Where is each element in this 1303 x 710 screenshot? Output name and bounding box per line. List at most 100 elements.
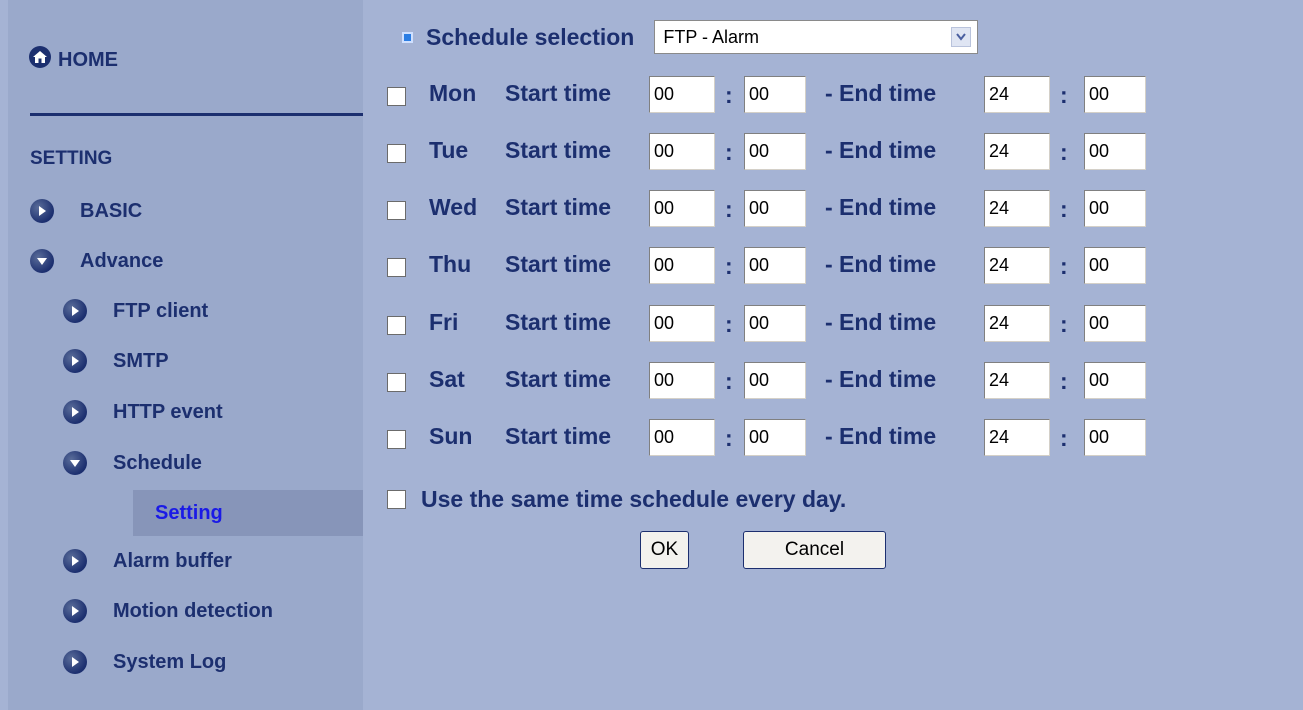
sidebar: HOME SETTING BASIC Advance FTP client SM… — [8, 0, 363, 710]
cancel-button[interactable]: Cancel — [743, 531, 886, 569]
same-schedule-option: Use the same time schedule every day. — [387, 482, 846, 516]
schedule-select-value: FTP - Alarm — [663, 26, 760, 47]
day-checkbox[interactable] — [387, 373, 406, 392]
sidebar-item-label: Advance — [80, 249, 164, 272]
end-hour-input[interactable] — [984, 190, 1050, 227]
same-schedule-checkbox[interactable] — [387, 489, 406, 509]
day-label: Fri — [429, 309, 459, 335]
schedule-row-fri: Fri Start time: - End time: — [387, 305, 1167, 343]
end-time-label: - End time — [825, 251, 937, 277]
start-minute-input[interactable] — [744, 305, 806, 342]
schedule-row-tue: Tue Start time: - End time: — [387, 133, 1167, 171]
end-time-label: - End time — [825, 366, 937, 392]
start-minute-input[interactable] — [744, 247, 806, 284]
start-minute-input[interactable] — [744, 419, 806, 456]
sidebar-item-schedule[interactable]: Schedule — [63, 446, 202, 480]
day-checkbox[interactable] — [387, 201, 406, 220]
colon-label: : — [1060, 196, 1068, 222]
end-hour-input[interactable] — [984, 133, 1050, 170]
start-minute-input[interactable] — [744, 190, 806, 227]
sidebar-item-motion-detection[interactable]: Motion detection — [63, 594, 273, 628]
same-schedule-label: Use the same time schedule every day. — [421, 485, 847, 512]
arrow-right-icon — [63, 549, 87, 573]
colon-label: : — [725, 196, 733, 222]
end-hour-input[interactable] — [984, 305, 1050, 342]
start-time-label: Start time — [505, 366, 612, 392]
arrow-right-icon — [63, 650, 87, 674]
schedule-row-sat: Sat Start time: - End time: — [387, 362, 1167, 400]
end-minute-input[interactable] — [1084, 305, 1146, 342]
start-time-label: Start time — [505, 309, 612, 335]
sidebar-item-label: FTP client — [113, 299, 209, 322]
start-minute-input[interactable] — [744, 362, 806, 399]
schedule-row-thu: Thu Start time: - End time: — [387, 247, 1167, 285]
colon-label: : — [725, 253, 733, 279]
end-time-label: - End time — [825, 137, 937, 163]
sidebar-item-label: Alarm buffer — [113, 549, 232, 572]
day-checkbox[interactable] — [387, 258, 406, 277]
day-label: Tue — [429, 137, 469, 163]
sidebar-item-alarm-buffer[interactable]: Alarm buffer — [63, 544, 232, 578]
end-time-label: - End time — [825, 194, 937, 220]
sidebar-item-label: Schedule — [113, 451, 202, 474]
colon-label: : — [1060, 82, 1068, 108]
end-minute-input[interactable] — [1084, 362, 1146, 399]
end-minute-input[interactable] — [1084, 190, 1146, 227]
home-icon — [28, 45, 52, 75]
end-minute-input[interactable] — [1084, 247, 1146, 284]
start-time-label: Start time — [505, 251, 612, 277]
sidebar-item-schedule-setting[interactable]: Setting — [133, 490, 363, 536]
start-hour-input[interactable] — [649, 419, 715, 456]
arrow-right-icon — [63, 299, 87, 323]
start-hour-input[interactable] — [649, 305, 715, 342]
arrow-right-icon — [63, 599, 87, 623]
start-minute-input[interactable] — [744, 76, 806, 113]
end-time-label: - End time — [825, 80, 937, 106]
start-hour-input[interactable] — [649, 133, 715, 170]
arrow-down-icon — [30, 249, 54, 273]
day-label: Wed — [429, 194, 478, 220]
end-hour-input[interactable] — [984, 76, 1050, 113]
end-hour-input[interactable] — [984, 419, 1050, 456]
end-minute-input[interactable] — [1084, 419, 1146, 456]
colon-label: : — [725, 368, 733, 394]
schedule-row-sun: Sun Start time: - End time: — [387, 419, 1167, 457]
start-time-label: Start time — [505, 194, 612, 220]
colon-label: : — [725, 311, 733, 337]
end-hour-input[interactable] — [984, 362, 1050, 399]
day-label: Mon — [429, 80, 477, 106]
chevron-down-icon[interactable] — [951, 27, 972, 47]
colon-label: : — [1060, 253, 1068, 279]
schedule-select[interactable]: FTP - Alarm — [654, 20, 979, 54]
sidebar-item-basic[interactable]: BASIC — [30, 194, 142, 228]
home-label: HOME — [58, 48, 118, 71]
sidebar-item-ftp-client[interactable]: FTP client — [63, 294, 208, 328]
end-minute-input[interactable] — [1084, 76, 1146, 113]
end-minute-input[interactable] — [1084, 133, 1146, 170]
sidebar-item-http-event[interactable]: HTTP event — [63, 395, 223, 429]
start-time-label: Start time — [505, 80, 612, 106]
sidebar-item-advance[interactable]: Advance — [30, 244, 163, 278]
sidebar-item-label: HTTP event — [113, 400, 223, 423]
end-time-label: - End time — [825, 423, 937, 449]
start-time-label: Start time — [505, 423, 612, 449]
start-hour-input[interactable] — [649, 190, 715, 227]
end-hour-input[interactable] — [984, 247, 1050, 284]
day-checkbox[interactable] — [387, 144, 406, 163]
start-hour-input[interactable] — [649, 247, 715, 284]
start-hour-input[interactable] — [649, 76, 715, 113]
start-minute-input[interactable] — [744, 133, 806, 170]
sidebar-item-system-log[interactable]: System Log — [63, 645, 226, 679]
sidebar-item-smtp[interactable]: SMTP — [63, 344, 169, 378]
schedule-selection-label: Schedule selection — [426, 23, 635, 50]
colon-label: : — [1060, 139, 1068, 165]
day-checkbox[interactable] — [387, 87, 406, 106]
sidebar-item-label: System Log — [113, 650, 227, 673]
day-checkbox[interactable] — [387, 430, 406, 449]
home-link[interactable]: HOME — [28, 40, 118, 80]
day-checkbox[interactable] — [387, 316, 406, 335]
ok-button[interactable]: OK — [640, 531, 689, 569]
sidebar-item-label: BASIC — [80, 199, 143, 222]
schedule-row-mon: Mon Start time: - End time: — [387, 76, 1167, 114]
start-hour-input[interactable] — [649, 362, 715, 399]
